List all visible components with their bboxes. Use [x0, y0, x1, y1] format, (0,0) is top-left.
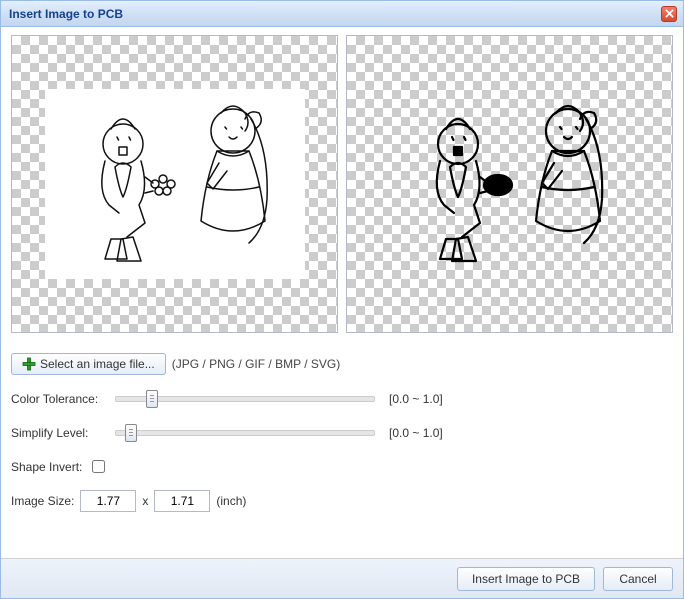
controls: Select an image file... (JPG / PNG / GIF… [11, 333, 673, 526]
close-button[interactable] [661, 6, 677, 22]
color-tolerance-label: Color Tolerance: [11, 392, 109, 406]
color-tolerance-thumb[interactable] [146, 390, 158, 408]
size-unit: (inch) [216, 494, 246, 508]
cancel-button[interactable]: Cancel [603, 567, 673, 591]
preview-row [11, 35, 673, 333]
select-file-button[interactable]: Select an image file... [11, 353, 166, 375]
simplify-level-row: Simplify Level: [0.0 ~ 1.0] [11, 423, 673, 443]
color-tolerance-slider[interactable] [115, 389, 375, 409]
select-file-row: Select an image file... (JPG / PNG / GIF… [11, 353, 673, 375]
simplify-level-thumb[interactable] [125, 424, 137, 442]
image-width-input[interactable] [80, 490, 136, 512]
file-types-hint: (JPG / PNG / GIF / BMP / SVG) [172, 357, 340, 371]
close-icon [665, 9, 674, 18]
titlebar: Insert Image to PCB [1, 1, 683, 27]
shape-invert-row: Shape Invert: [11, 457, 673, 476]
simplify-level-label: Simplify Level: [11, 426, 109, 440]
dialog-title: Insert Image to PCB [9, 7, 123, 21]
shape-invert-checkbox[interactable] [92, 460, 105, 473]
preview-processed [346, 35, 673, 333]
insert-button[interactable]: Insert Image to PCB [457, 567, 595, 591]
select-file-label: Select an image file... [40, 357, 155, 371]
color-tolerance-row: Color Tolerance: [0.0 ~ 1.0] [11, 389, 673, 409]
original-image [45, 89, 305, 279]
dialog-body: Select an image file... (JPG / PNG / GIF… [1, 27, 683, 558]
preview-original [11, 35, 338, 333]
image-height-input[interactable] [154, 490, 210, 512]
dialog-footer: Insert Image to PCB Cancel [1, 558, 683, 598]
plus-icon [22, 357, 36, 371]
image-size-label: Image Size: [11, 494, 74, 508]
shape-invert-label: Shape Invert: [11, 460, 82, 474]
simplify-level-range: [0.0 ~ 1.0] [389, 426, 443, 440]
color-tolerance-range: [0.0 ~ 1.0] [389, 392, 443, 406]
image-size-row: Image Size: x (inch) [11, 490, 673, 512]
simplify-level-slider[interactable] [115, 423, 375, 443]
dialog: Insert Image to PCB [0, 0, 684, 599]
size-separator: x [142, 494, 148, 508]
processed-image [380, 89, 640, 279]
